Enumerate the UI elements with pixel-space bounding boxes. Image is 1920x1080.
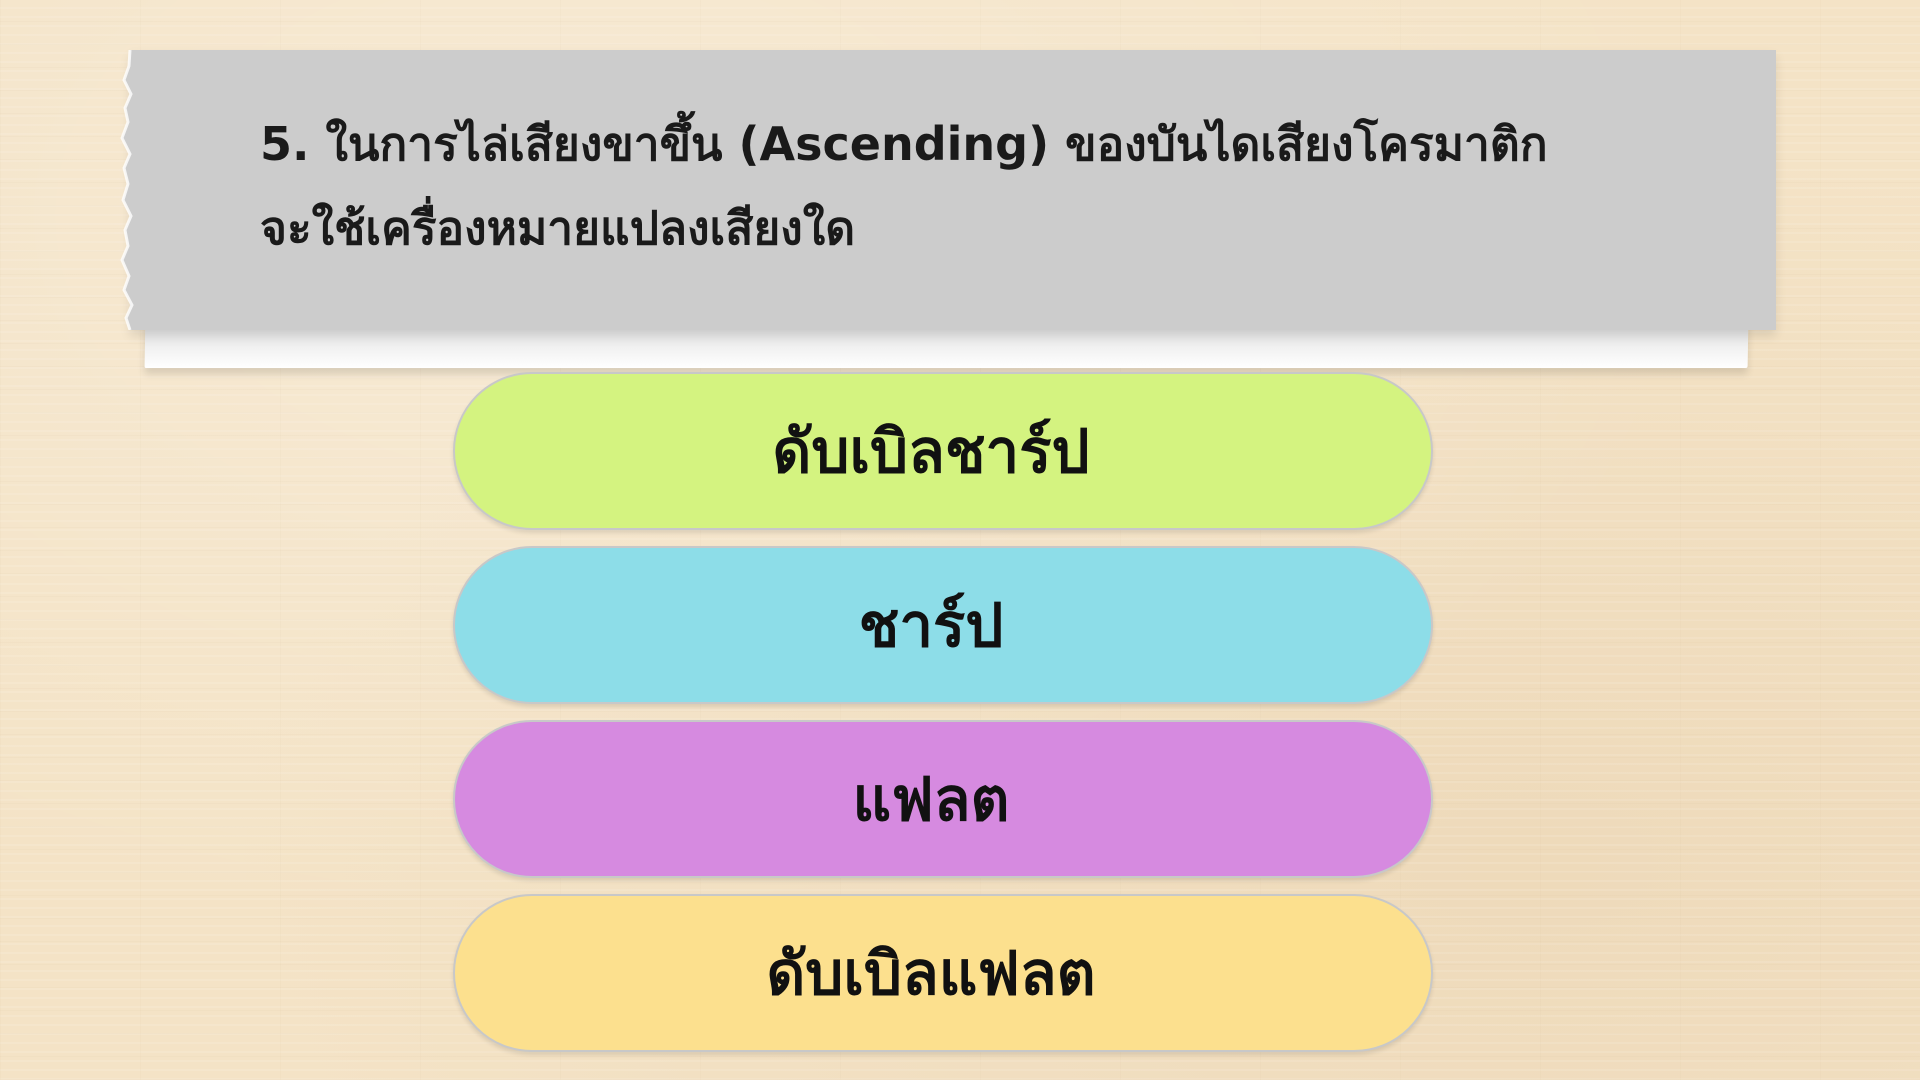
answer-option-label: ดับเบิลแฟลต bbox=[766, 938, 1096, 1009]
question-line-2: จะใช้เครื่องหมายแปลงเสียงใด bbox=[260, 201, 856, 255]
torn-paper-edge bbox=[120, 50, 140, 330]
answer-option-flat[interactable]: แฟลต bbox=[453, 720, 1433, 878]
answer-option-label: แฟลต bbox=[852, 764, 1010, 835]
answer-option-label: ชาร์ป bbox=[858, 590, 1004, 661]
answer-option-label: ดับเบิลชาร์ป bbox=[772, 416, 1090, 487]
question-text: 5. ในการไล่เสียงขาขึ้น (Ascending) ของบั… bbox=[260, 102, 1740, 270]
answer-option-double-sharp[interactable]: ดับเบิลชาร์ป bbox=[453, 372, 1433, 530]
question-card: 5. ในการไล่เสียงขาขึ้น (Ascending) ของบั… bbox=[120, 50, 1776, 330]
answer-option-sharp[interactable]: ชาร์ป bbox=[453, 546, 1433, 704]
question-line-1: 5. ในการไล่เสียงขาขึ้น (Ascending) ของบั… bbox=[260, 117, 1548, 171]
answer-option-double-flat[interactable]: ดับเบิลแฟลต bbox=[453, 894, 1433, 1052]
